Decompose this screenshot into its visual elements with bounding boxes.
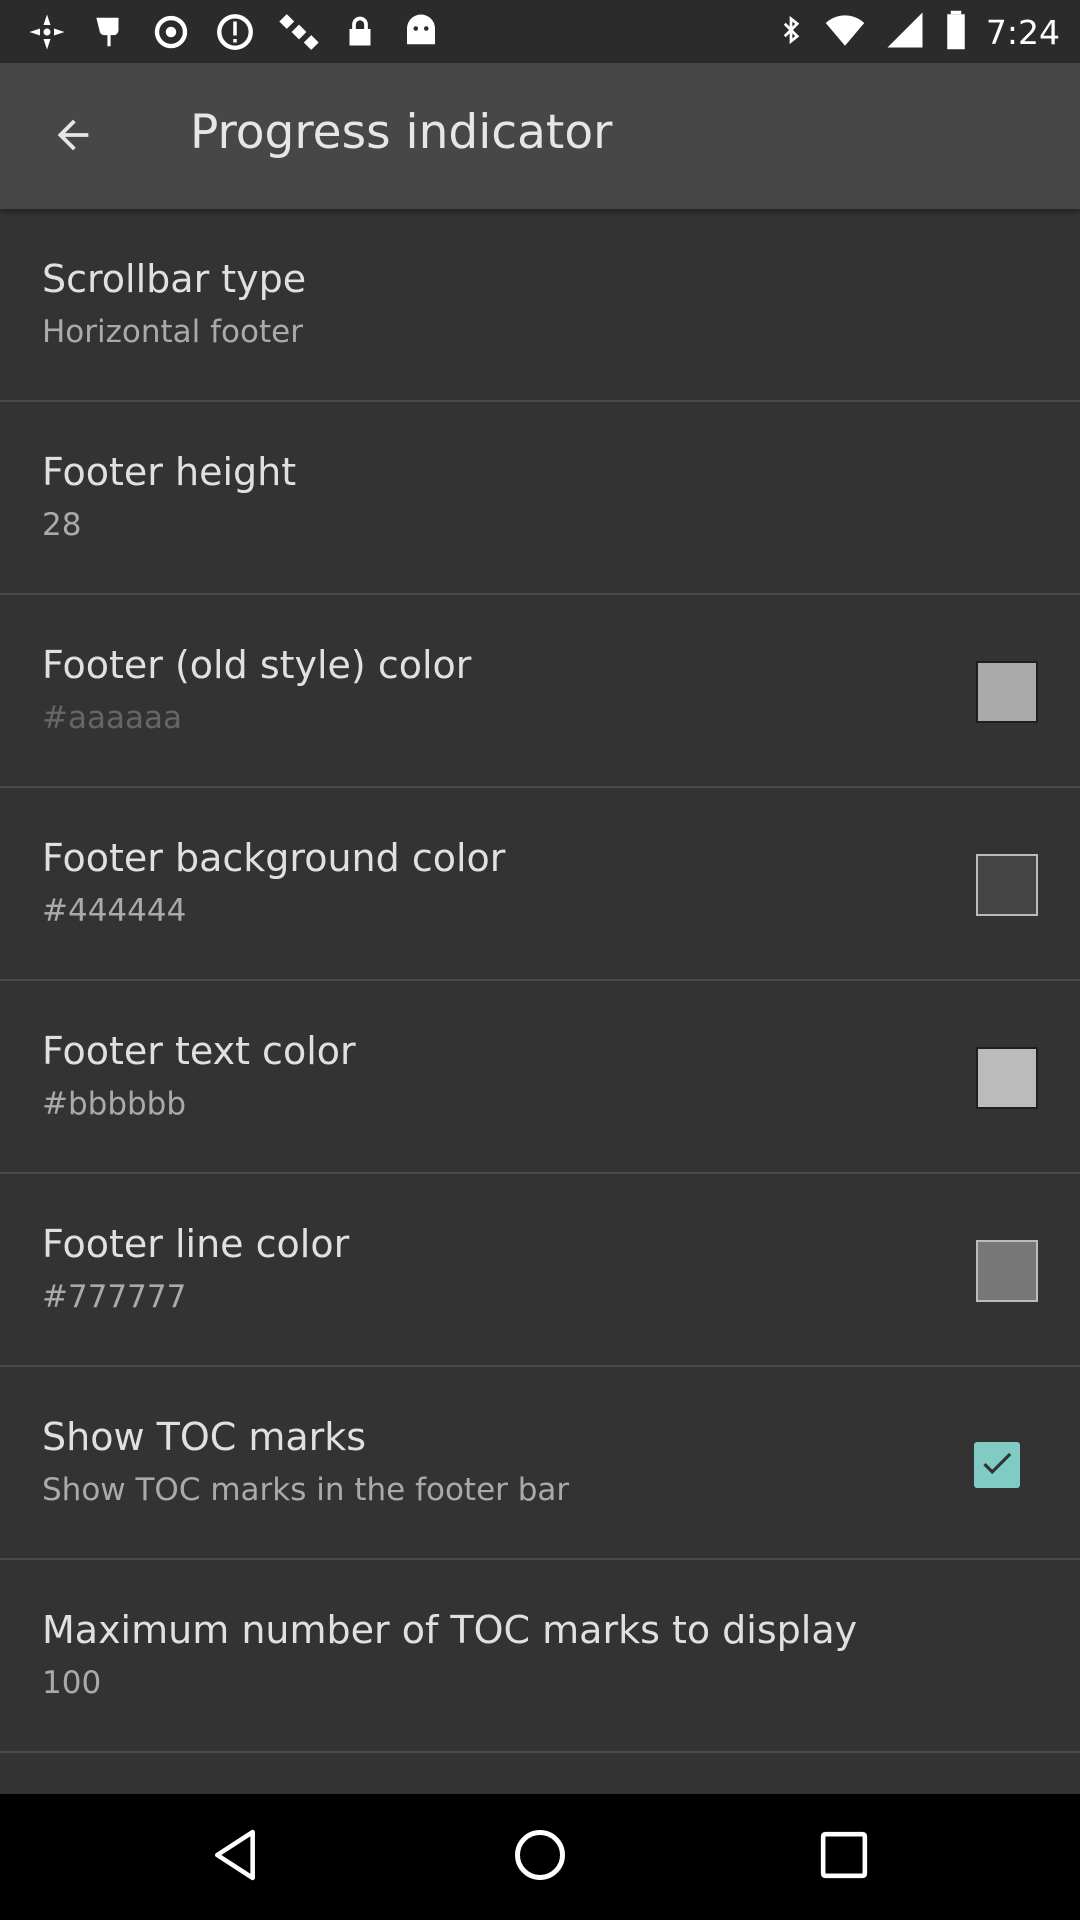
setting-title: Footer text color — [42, 1029, 356, 1073]
setting-footer-height[interactable]: Footer height 28 — [0, 402, 1080, 595]
screen: 7:24 Progress indicator Scrollbar type H… — [0, 0, 1080, 1920]
color-swatch[interactable] — [976, 1047, 1038, 1109]
nav-recents-icon — [819, 1830, 869, 1884]
setting-title: Footer height — [42, 450, 297, 494]
color-swatch[interactable] — [976, 1240, 1038, 1302]
setting-footer-background-color[interactable]: Footer background color #444444 — [0, 788, 1080, 981]
checkmark-icon — [978, 1444, 1016, 1486]
setting-footer-text-color[interactable]: Footer text color #bbbbbb — [0, 981, 1080, 1174]
notification-icons — [26, 10, 442, 54]
android-icon — [400, 11, 442, 53]
setting-title: Show TOC marks — [42, 1415, 367, 1459]
arrow-back-icon — [50, 112, 96, 162]
setting-max-toc-marks[interactable]: Maximum number of TOC marks to display 1… — [0, 1560, 1080, 1753]
setting-summary: #aaaaaa — [42, 700, 182, 736]
navigation-bar — [0, 1794, 1080, 1920]
status-time: 7:24 — [985, 12, 1060, 52]
nav-back-button[interactable] — [203, 1824, 269, 1890]
nav-home-icon — [513, 1828, 567, 1886]
setting-footer-line-color[interactable]: Footer line color #777777 — [0, 1174, 1080, 1367]
setting-title: Maximum number of TOC marks to display — [42, 1608, 858, 1652]
setting-summary: 100 — [42, 1665, 102, 1701]
setting-show-toc-marks[interactable]: Show TOC marks Show TOC marks in the foo… — [0, 1367, 1080, 1560]
signal-icon — [884, 9, 926, 55]
show-toc-marks-checkbox[interactable] — [974, 1442, 1020, 1488]
help-icon — [214, 11, 256, 53]
setting-summary: #444444 — [42, 893, 187, 929]
nav-home-button[interactable] — [507, 1824, 573, 1890]
setting-footer-old-style-color[interactable]: Footer (old style) color #aaaaaa — [0, 595, 1080, 788]
setting-scrollbar-type[interactable]: Scrollbar type Horizontal footer — [0, 209, 1080, 402]
setting-summary: Horizontal footer — [42, 314, 303, 350]
app-bar: Progress indicator — [0, 63, 1080, 209]
setting-summary: #bbbbbb — [42, 1086, 187, 1122]
setting-summary: 28 — [42, 507, 82, 543]
setting-title: Footer background color — [42, 836, 506, 880]
nav-recents-button[interactable] — [811, 1824, 877, 1890]
setting-title: Scrollbar type — [42, 257, 307, 301]
settings-gear-icon — [150, 11, 192, 53]
brush-icon — [90, 11, 128, 53]
pinwheel-icon — [26, 11, 68, 53]
settings-list: Scrollbar type Horizontal footer Footer … — [0, 209, 1080, 1753]
lock-icon — [342, 11, 378, 53]
back-button[interactable] — [32, 96, 114, 178]
setting-summary: #777777 — [42, 1279, 187, 1315]
battery-icon — [944, 9, 968, 55]
bluetooth-icon — [776, 9, 806, 55]
system-status-icons: 7:24 — [776, 8, 1060, 56]
page-title: Progress indicator — [190, 105, 613, 160]
color-swatch[interactable] — [976, 854, 1038, 916]
nav-back-icon — [211, 1827, 261, 1887]
setting-title: Footer (old style) color — [42, 643, 472, 687]
satellite-icon — [278, 11, 320, 53]
color-swatch[interactable] — [976, 661, 1038, 723]
status-bar: 7:24 — [0, 0, 1080, 63]
wifi-icon — [824, 9, 866, 55]
setting-summary: Show TOC marks in the footer bar — [42, 1472, 570, 1508]
setting-title: Footer line color — [42, 1222, 350, 1266]
